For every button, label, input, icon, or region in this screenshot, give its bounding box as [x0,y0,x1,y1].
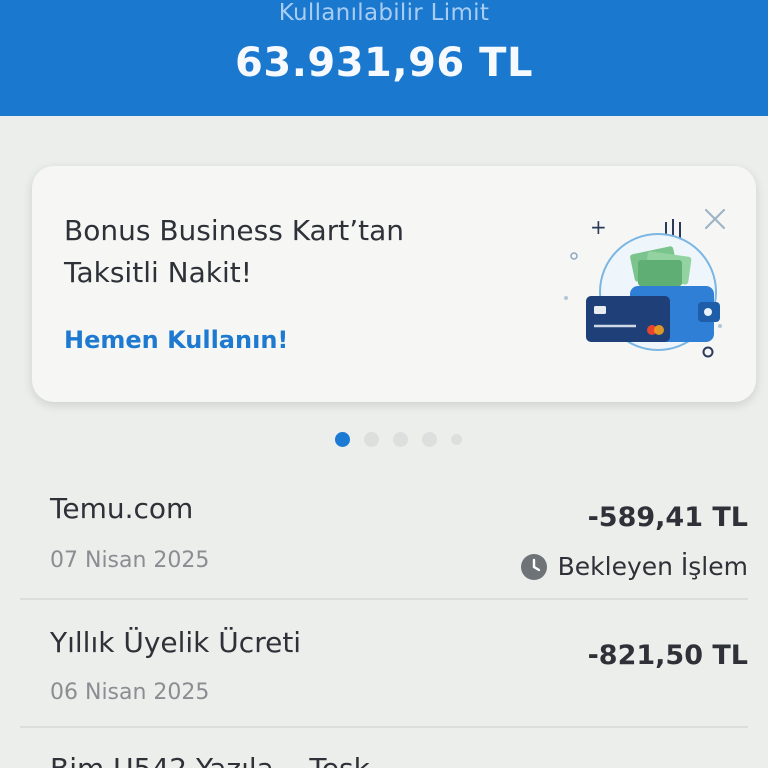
promo-title-line-1: Bonus Business Kart’tan [64,214,404,247]
pending-status: Bekleyen İşlem [520,552,748,581]
row-divider [20,598,748,600]
promo-cta-link[interactable]: Hemen Kullanın! [64,326,288,354]
transaction-row[interactable]: Bim U542 Yazıla... Tesk [20,740,768,768]
header-wave [0,92,768,108]
transaction-merchant: Bim U542 Yazıla... Tesk [50,752,370,768]
carousel-dot-3[interactable] [393,431,408,447]
transaction-row[interactable]: Temu.com 07 Nisan 2025 -589,41 TL Bekley… [20,482,768,594]
promo-card[interactable]: Bonus Business Kart’tan Taksitli Nakit! … [32,166,756,402]
transaction-date: 07 Nisan 2025 [50,548,210,573]
transactions-screen: Kullanılabilir Limit 63.931,96 TL Bonus … [0,0,768,768]
promo-title: Bonus Business Kart’tan Taksitli Nakit! [64,210,494,294]
wallet-with-cash-and-card-icon: + + [564,215,722,358]
available-limit-amount: 63.931,96 TL [235,40,533,86]
carousel-dot-4[interactable] [422,431,437,447]
clock-icon [520,553,547,580]
carousel-dot-1[interactable] [335,431,350,447]
carousel-dot-5[interactable] [451,433,462,445]
transaction-date: 06 Nisan 2025 [50,680,210,705]
transaction-merchant: Temu.com [50,492,194,525]
row-divider [20,726,748,728]
available-limit-label: Kullanılabilir Limit [278,0,490,26]
promo-title-line-2: Taksitli Nakit! [64,256,252,289]
carousel-dot-2[interactable] [364,431,379,447]
transaction-amount: -589,41 TL [587,502,748,533]
transaction-merchant: Yıllık Üyelik Ücreti [50,626,302,659]
svg-text:+: + [590,215,607,239]
pending-status-label: Bekleyen İşlem [557,552,748,581]
transaction-row[interactable]: Yıllık Üyelik Ücreti 06 Nisan 2025 -821,… [20,612,768,724]
transaction-amount: -821,50 TL [587,640,748,671]
carousel-pagination [335,431,475,447]
